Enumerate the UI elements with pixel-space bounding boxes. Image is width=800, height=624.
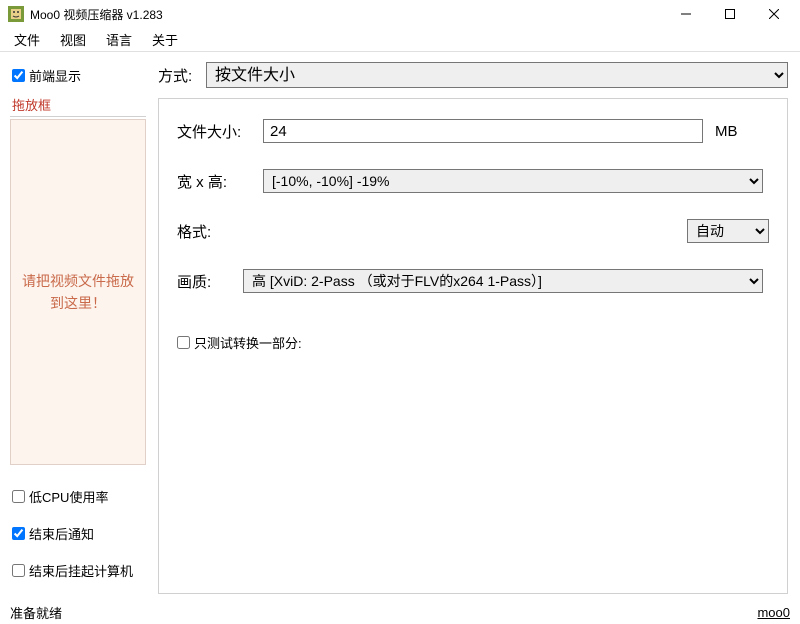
suspend-after-checkbox[interactable]: 结束后挂起计算机: [10, 557, 146, 584]
low-cpu-checkbox[interactable]: 低CPU使用率: [10, 483, 146, 510]
left-bottom-options: 低CPU使用率 结束后通知 结束后挂起计算机: [10, 465, 146, 594]
window-controls: [664, 0, 796, 28]
minimize-button[interactable]: [664, 0, 708, 28]
notify-done-input[interactable]: [12, 527, 25, 540]
suspend-after-label: 结束后挂起计算机: [29, 561, 133, 580]
status-text: 准备就绪: [10, 603, 62, 622]
settings-panel: 文件大小: MB 宽 x 高: [-10%, -10%] -19% 格式: 自动…: [158, 98, 788, 594]
wxh-select[interactable]: [-10%, -10%] -19%: [263, 169, 763, 193]
close-button[interactable]: [752, 0, 796, 28]
menu-language[interactable]: 语言: [96, 28, 142, 51]
always-on-top-checkbox[interactable]: 前端显示: [10, 62, 146, 89]
notify-done-label: 结束后通知: [29, 524, 94, 543]
menubar: 文件 视图 语言 关于: [0, 28, 800, 52]
menu-view[interactable]: 视图: [50, 28, 96, 51]
notify-done-checkbox[interactable]: 结束后通知: [10, 520, 146, 547]
dropzone-label: 拖放框: [10, 95, 146, 117]
menu-file[interactable]: 文件: [4, 28, 50, 51]
always-on-top-input[interactable]: [12, 69, 25, 82]
dropzone[interactable]: 请把视频文件拖放到这里！: [10, 119, 146, 465]
always-on-top-label: 前端显示: [29, 66, 81, 85]
low-cpu-input[interactable]: [12, 490, 25, 503]
filesize-label: 文件大小:: [177, 121, 263, 142]
quality-row: 画质: 高 [XviD: 2-Pass （或对于FLV的x264 1-Pass）…: [177, 269, 769, 293]
statusbar: 准备就绪 moo0: [0, 600, 800, 624]
test-only-label: 只测试转换一部分:: [194, 333, 302, 352]
left-column: 前端显示 拖放框 请把视频文件拖放到这里！ 低CPU使用率 结束后通知 结束后挂…: [0, 52, 152, 600]
format-select[interactable]: 自动: [687, 219, 769, 243]
wxh-row: 宽 x 高: [-10%, -10%] -19%: [177, 169, 769, 193]
filesize-input[interactable]: [263, 119, 703, 143]
filesize-unit: MB: [715, 123, 738, 140]
titlebar: Moo0 视频压缩器 v1.283: [0, 0, 800, 28]
dropzone-group: 拖放框 请把视频文件拖放到这里！: [10, 95, 146, 465]
suspend-after-input[interactable]: [12, 564, 25, 577]
right-column: 方式: 按文件大小 文件大小: MB 宽 x 高: [-10%, -10%] -…: [152, 52, 800, 600]
quality-label: 画质:: [177, 271, 243, 292]
wxh-label: 宽 x 高:: [177, 171, 263, 192]
test-only-checkbox[interactable]: 只测试转换一部分:: [177, 333, 302, 352]
filesize-row: 文件大小: MB: [177, 119, 769, 143]
window-title: Moo0 视频压缩器 v1.283: [30, 6, 664, 23]
format-label: 格式:: [177, 221, 263, 242]
status-link[interactable]: moo0: [757, 605, 790, 620]
format-row: 格式: 自动: [177, 219, 769, 243]
method-row: 方式: 按文件大小: [158, 62, 788, 88]
method-label: 方式:: [158, 65, 206, 86]
low-cpu-label: 低CPU使用率: [29, 487, 108, 506]
main: 前端显示 拖放框 请把视频文件拖放到这里！ 低CPU使用率 结束后通知 结束后挂…: [0, 52, 800, 600]
dropzone-hint: 请把视频文件拖放到这里！: [19, 270, 137, 315]
menu-about[interactable]: 关于: [142, 28, 188, 51]
app-icon: [8, 6, 24, 22]
method-select[interactable]: 按文件大小: [206, 62, 788, 88]
maximize-button[interactable]: [708, 0, 752, 28]
test-only-input[interactable]: [177, 336, 190, 349]
test-only-row: 只测试转换一部分:: [177, 333, 769, 352]
quality-select[interactable]: 高 [XviD: 2-Pass （或对于FLV的x264 1-Pass）]: [243, 269, 763, 293]
